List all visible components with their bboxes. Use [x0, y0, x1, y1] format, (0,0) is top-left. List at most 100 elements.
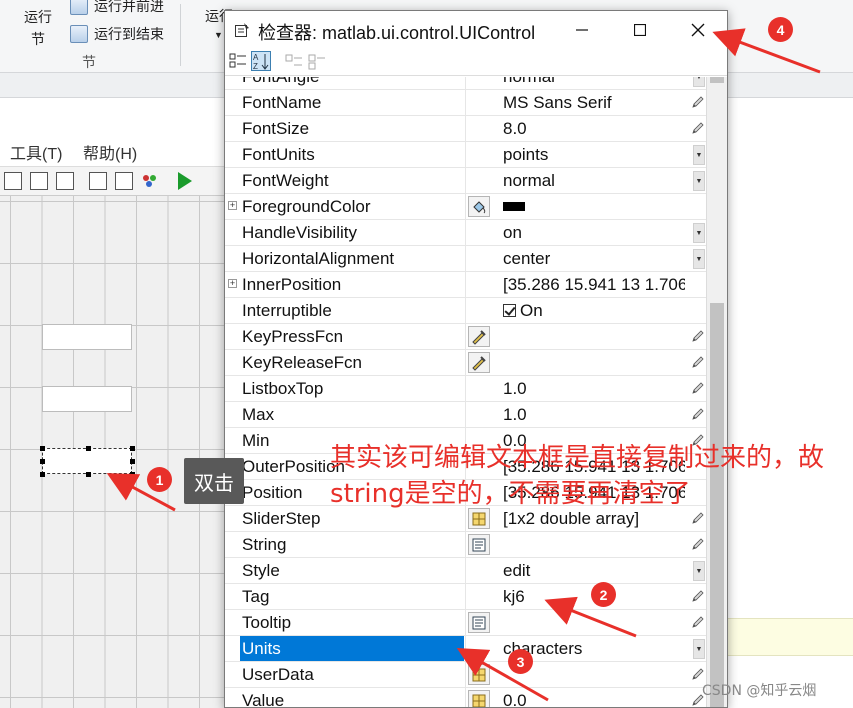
- callback-editor-icon[interactable]: [468, 352, 490, 373]
- run-section-button[interactable]: 运行 节: [18, 6, 58, 50]
- property-value[interactable]: On: [503, 298, 685, 323]
- property-value[interactable]: MS Sans Serif: [503, 90, 685, 115]
- property-row-keyreleasefcn[interactable]: KeyReleaseFcn: [225, 350, 706, 376]
- resize-handle[interactable]: [40, 446, 45, 451]
- run-to-end-button[interactable]: 运行到结束: [70, 24, 164, 44]
- property-value[interactable]: 1.0: [503, 402, 685, 427]
- expand-icon[interactable]: +: [228, 201, 237, 210]
- property-value[interactable]: normal: [503, 77, 685, 89]
- property-row-interruptible[interactable]: Interruptible On: [225, 298, 706, 324]
- menu-help[interactable]: 帮助(H): [83, 140, 137, 164]
- resize-handle[interactable]: [130, 459, 135, 464]
- collapse-all-icon[interactable]: [307, 51, 327, 71]
- close-button[interactable]: [669, 11, 727, 49]
- property-row-max[interactable]: Max 1.0: [225, 402, 706, 428]
- pencil-icon[interactable]: [691, 381, 705, 395]
- chevron-down-icon[interactable]: ▼: [693, 77, 705, 87]
- pencil-icon[interactable]: [691, 615, 705, 629]
- edit-text-box[interactable]: [42, 386, 132, 412]
- layout-grid-canvas[interactable]: [0, 196, 230, 708]
- expand-all-icon[interactable]: [284, 51, 304, 71]
- pencil-icon[interactable]: [691, 121, 705, 135]
- property-row-horizontalalignment[interactable]: HorizontalAlignment center ▼: [225, 246, 706, 272]
- sort-alphabetical-icon[interactable]: AZ: [251, 51, 271, 71]
- property-row-keypressfcn[interactable]: KeyPressFcn: [225, 324, 706, 350]
- property-value[interactable]: [503, 194, 685, 219]
- property-value[interactable]: [503, 532, 685, 557]
- property-row-style[interactable]: Style edit ▼: [225, 558, 706, 584]
- color-picker-icon[interactable]: [468, 196, 490, 217]
- chevron-down-icon[interactable]: ▼: [693, 145, 705, 165]
- property-row-fontunits[interactable]: FontUnits points ▼: [225, 142, 706, 168]
- vertical-scrollbar[interactable]: [706, 77, 727, 707]
- object-browser-icon[interactable]: [141, 172, 159, 190]
- menu-tools[interactable]: 工具(T): [10, 140, 62, 164]
- chevron-down-icon[interactable]: ▼: [693, 249, 705, 269]
- maximize-button[interactable]: [611, 11, 669, 49]
- property-row-handlevisibility[interactable]: HandleVisibility on ▼: [225, 220, 706, 246]
- property-row-tag[interactable]: Tag kj6: [225, 584, 706, 610]
- inspector-titlebar[interactable]: 检查器: matlab.ui.control.UIControl: [225, 11, 727, 49]
- property-value[interactable]: points: [503, 142, 685, 167]
- menu-editor-icon[interactable]: [56, 172, 74, 190]
- property-value[interactable]: edit: [503, 558, 685, 583]
- property-value[interactable]: [503, 324, 685, 349]
- property-row-fontname[interactable]: FontName MS Sans Serif: [225, 90, 706, 116]
- property-value[interactable]: 0.0: [503, 688, 685, 707]
- property-value[interactable]: [503, 350, 685, 375]
- property-row-userdata[interactable]: UserData: [225, 662, 706, 688]
- property-row-fontsize[interactable]: FontSize 8.0: [225, 116, 706, 142]
- resize-handle[interactable]: [40, 472, 45, 477]
- tab-order-icon[interactable]: [89, 172, 107, 190]
- pencil-icon[interactable]: [691, 95, 705, 109]
- pencil-icon[interactable]: [691, 537, 705, 551]
- property-row-string[interactable]: String: [225, 532, 706, 558]
- resize-handle[interactable]: [86, 446, 91, 451]
- callback-editor-icon[interactable]: [468, 326, 490, 347]
- property-value[interactable]: center: [503, 246, 685, 271]
- property-inspector-icon[interactable]: [115, 172, 133, 190]
- chevron-down-icon[interactable]: ▼: [693, 639, 705, 659]
- pencil-icon[interactable]: [691, 511, 705, 525]
- property-row-units[interactable]: Units characters ▼: [225, 636, 706, 662]
- run-figure-icon[interactable]: [178, 172, 192, 190]
- resize-handle[interactable]: [86, 472, 91, 477]
- property-row-foregroundcolor[interactable]: + ForegroundColor: [225, 194, 706, 220]
- property-value[interactable]: [35.286 15.941 13 1.706]: [503, 272, 685, 297]
- array-editor-icon[interactable]: [468, 690, 490, 707]
- text-editor-icon[interactable]: [468, 612, 490, 633]
- property-value[interactable]: 8.0: [503, 116, 685, 141]
- edit-text-box[interactable]: [42, 324, 132, 350]
- editor-icon[interactable]: [4, 172, 22, 190]
- property-row-fontweight[interactable]: FontWeight normal ▼: [225, 168, 706, 194]
- property-value[interactable]: [503, 610, 685, 635]
- pencil-icon[interactable]: [691, 589, 705, 603]
- property-value[interactable]: 1.0: [503, 376, 685, 401]
- resize-handle[interactable]: [40, 459, 45, 464]
- property-row-tooltip[interactable]: Tooltip: [225, 610, 706, 636]
- chevron-down-icon[interactable]: ▼: [693, 223, 705, 243]
- chevron-down-icon[interactable]: ▼: [693, 171, 705, 191]
- expand-icon[interactable]: +: [228, 279, 237, 288]
- pencil-icon[interactable]: [691, 667, 705, 681]
- chevron-down-icon[interactable]: ▼: [693, 561, 705, 581]
- run-and-advance-button[interactable]: 运行并前进: [70, 0, 164, 16]
- property-row-innerposition[interactable]: + InnerPosition [35.286 15.941 13 1.706]: [225, 272, 706, 298]
- chevron-down-icon[interactable]: ▼: [214, 30, 223, 40]
- property-value[interactable]: normal: [503, 168, 685, 193]
- resize-handle[interactable]: [130, 472, 135, 477]
- property-row-listboxtop[interactable]: ListboxTop 1.0: [225, 376, 706, 402]
- pencil-icon[interactable]: [691, 407, 705, 421]
- pencil-icon[interactable]: [691, 355, 705, 369]
- categorized-view-icon[interactable]: [228, 51, 248, 71]
- property-row-fontangle[interactable]: FontAngle normal ▼: [225, 77, 706, 90]
- array-editor-icon[interactable]: [468, 664, 490, 685]
- property-row-value[interactable]: Value 0.0: [225, 688, 706, 707]
- minimize-button[interactable]: [553, 11, 611, 49]
- property-value[interactable]: on: [503, 220, 685, 245]
- text-editor-icon[interactable]: [468, 534, 490, 555]
- selected-edit-text-box[interactable]: [40, 446, 135, 477]
- resize-handle[interactable]: [130, 446, 135, 451]
- align-icon[interactable]: [30, 172, 48, 190]
- checkbox-checked-icon[interactable]: [503, 304, 516, 317]
